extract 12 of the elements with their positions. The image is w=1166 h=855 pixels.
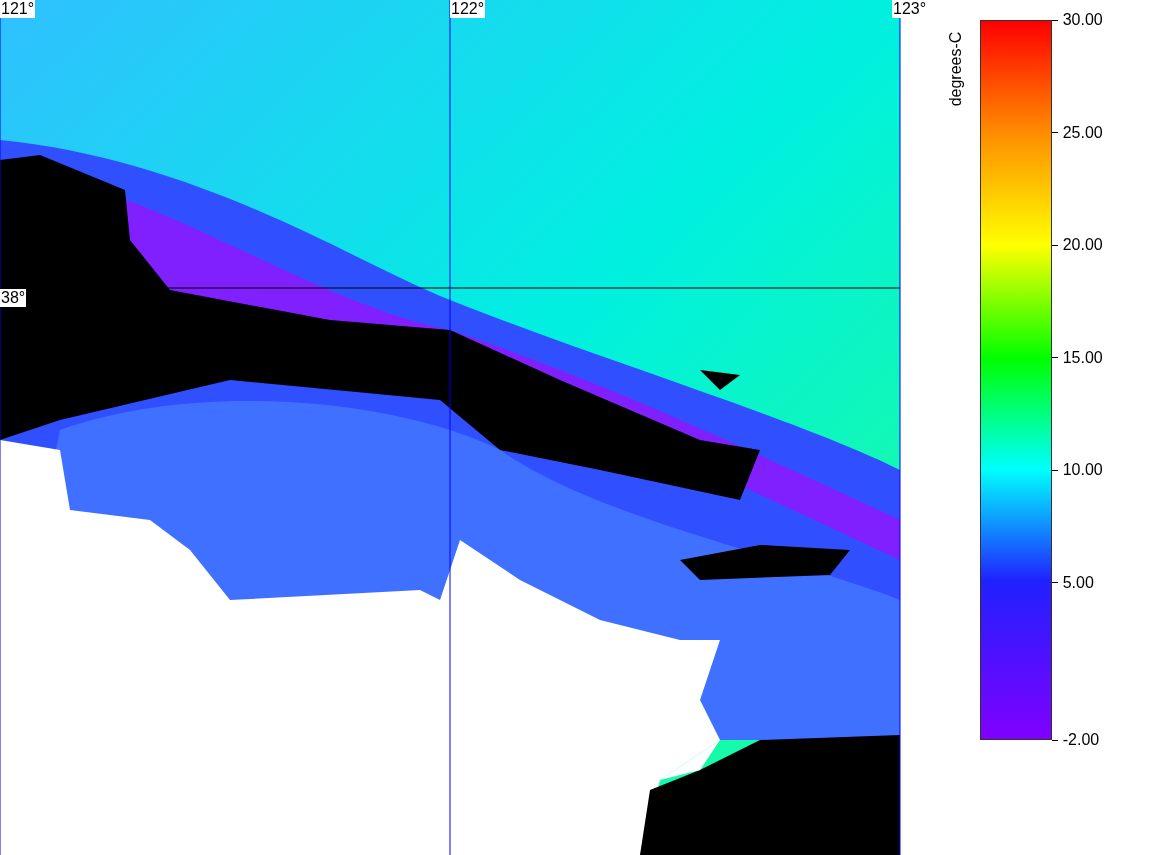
- colorbar-tick-label: 5.00: [1051, 573, 1094, 592]
- colorbar-tick-label: 15.00: [1051, 348, 1103, 367]
- longitude-label: 123°: [892, 0, 928, 18]
- colorbar-tick-label: 10.00: [1051, 461, 1103, 479]
- colorbar-tick-label: -2.00: [1051, 731, 1100, 749]
- latitude-label: 38°: [0, 289, 27, 307]
- unit-label: degrees-C: [947, 31, 966, 107]
- colorbar-tick-label: 30.00: [1051, 11, 1103, 29]
- longitude-label: 121°: [0, 0, 36, 18]
- colorbar-tick-label: 25.00: [1051, 123, 1103, 142]
- longitude-label: 122°: [450, 0, 486, 18]
- colorbar-tick-label: 20.00: [1051, 236, 1103, 254]
